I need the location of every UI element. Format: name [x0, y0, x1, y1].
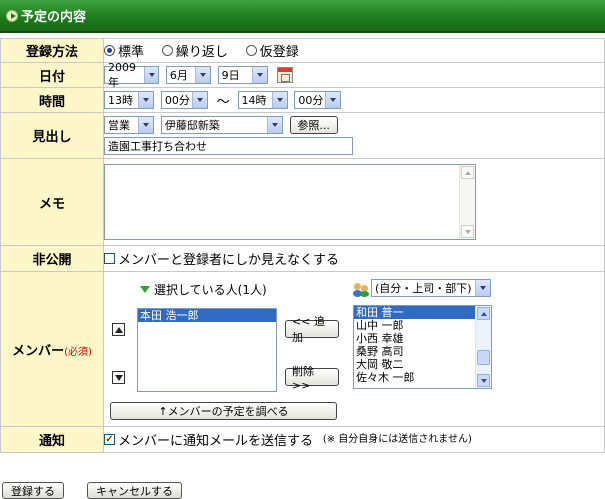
category-select[interactable]: 営業 — [104, 116, 154, 134]
private-label: 非公開 — [0, 245, 104, 272]
reference-button[interactable]: 参照... — [289, 116, 338, 134]
chevron-down-icon — [138, 92, 153, 108]
checkmark-icon: ✓ — [104, 433, 115, 446]
list-item[interactable]: 本田 浩一郎 — [138, 309, 276, 322]
month-select[interactable]: 6月 — [165, 66, 211, 84]
end-minute-select[interactable]: 00分 — [294, 91, 342, 109]
radio-dot-icon — [104, 45, 115, 56]
radio-tentative[interactable]: 仮登録 — [245, 41, 299, 60]
list-item[interactable]: 小西 幸雄 — [354, 332, 491, 345]
chevron-down-icon — [251, 67, 267, 83]
chevron-down-icon — [138, 117, 153, 133]
form-title-bar: 予定の内容 — [0, 0, 605, 33]
day-select[interactable]: 9日 — [217, 66, 268, 84]
chevron-down-icon — [194, 67, 210, 83]
radio-dot-icon — [245, 45, 257, 56]
move-down-button[interactable] — [112, 371, 125, 384]
time-separator: 〜 — [216, 94, 230, 110]
list-item[interactable]: 和田 普一 — [354, 306, 491, 319]
chevron-down-icon — [144, 67, 158, 83]
add-member-button[interactable]: << 追加 — [285, 315, 339, 344]
time-label: 時間 — [0, 87, 104, 113]
memo-textarea[interactable] — [104, 164, 476, 240]
notify-checkbox[interactable]: ✓ メンバーに通知メールを送信する — [104, 430, 313, 449]
group-select[interactable]: (自分・上司・部下) — [371, 279, 491, 297]
move-up-button[interactable] — [112, 323, 125, 336]
chevron-down-icon — [325, 92, 341, 108]
radio-repeat[interactable]: 繰り返し — [161, 41, 228, 60]
arrow-bullet-icon — [6, 9, 18, 22]
chevron-down-icon — [271, 92, 287, 108]
start-hour-select[interactable]: 13時 — [104, 91, 154, 109]
checkbox-icon — [104, 253, 115, 264]
candidate-scrollbar[interactable] — [475, 306, 491, 388]
chevron-down-icon — [475, 280, 490, 296]
chevron-down-icon — [266, 117, 282, 133]
scroll-thumb[interactable] — [477, 350, 490, 365]
scroll-up-icon[interactable] — [477, 307, 490, 320]
triangle-down-icon — [140, 286, 150, 293]
register-button[interactable]: 登録する — [2, 482, 64, 499]
scroll-down-icon[interactable] — [477, 374, 490, 387]
remove-member-button[interactable]: 削除 >> — [285, 365, 339, 392]
list-item[interactable]: 佐々木 一郎 — [354, 371, 491, 384]
member-picker: 選択している人(1人) 本田 浩一郎 << 追加 削除 >> (自分・上司・部下… — [104, 272, 604, 426]
selected-members-list[interactable]: 本田 浩一郎 — [137, 308, 277, 392]
facility-select[interactable]: 伊藤邸新築 — [160, 116, 283, 134]
method-label: 登録方法 — [0, 38, 104, 63]
radio-standard[interactable]: 標準 — [104, 41, 144, 60]
list-item[interactable]: 山中 一郎 — [354, 319, 491, 332]
group-people-icon — [353, 282, 370, 297]
notify-label: 通知 — [0, 426, 104, 453]
scroll-down-icon[interactable] — [461, 225, 474, 238]
check-member-schedule-button[interactable]: ↑メンバーの予定を調べる — [110, 402, 337, 420]
method-options: 標準 繰り返し 仮登録 — [103, 38, 605, 63]
chevron-down-icon — [191, 92, 207, 108]
memo-label: メモ — [0, 158, 104, 246]
selected-members-header: 選択している人(1人) — [140, 281, 267, 298]
radio-dot-icon — [161, 45, 173, 56]
calendar-icon[interactable] — [277, 67, 294, 83]
members-label: メンバー(必須) — [0, 271, 104, 427]
required-mark: (必須) — [64, 346, 92, 358]
list-item[interactable]: 大岡 敬二 — [354, 358, 491, 371]
heading-label: 見出し — [0, 112, 104, 159]
scroll-up-icon[interactable] — [461, 166, 474, 179]
candidate-members-list[interactable]: 和田 普一 山中 一郎 小西 幸雄 桑野 高司 大岡 敬二 佐々木 一郎 — [353, 305, 492, 389]
schedule-form: 登録方法 標準 繰り返し 仮登録 日付 2009年 6月 9日 時間 13時 0… — [0, 38, 605, 453]
heading-text-input[interactable]: 造園工事打ち合わせ — [104, 137, 353, 155]
cancel-button[interactable]: キャンセルする — [87, 482, 182, 499]
date-label: 日付 — [0, 62, 104, 88]
private-checkbox[interactable]: メンバーと登録者にしか見えなくする — [104, 249, 339, 268]
end-hour-select[interactable]: 14時 — [237, 91, 288, 109]
year-select[interactable]: 2009年 — [104, 61, 159, 89]
notify-note: (※ 自分自身には送信されません) — [322, 433, 472, 445]
start-minute-select[interactable]: 00分 — [160, 91, 208, 109]
list-item[interactable]: 桑野 高司 — [354, 345, 491, 358]
form-title: 予定の内容 — [21, 10, 87, 25]
memo-scrollbar[interactable] — [459, 165, 475, 239]
